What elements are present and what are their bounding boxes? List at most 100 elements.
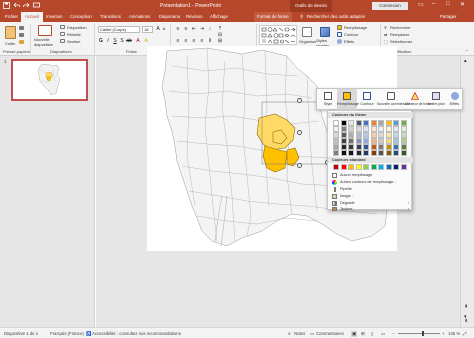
undo-icon[interactable] [13, 2, 20, 9]
effects-button[interactable]: Effets [446, 89, 463, 111]
tab-home[interactable]: Accueil [21, 12, 43, 22]
next-slide-icon[interactable]: ⇟ [464, 318, 468, 324]
align-center-icon[interactable]: ≡ [183, 38, 189, 44]
font-color-icon[interactable]: A [135, 38, 141, 44]
notes-icon[interactable]: ≡ [288, 331, 291, 336]
resize-handle-center[interactable] [297, 130, 302, 135]
rotate-handle[interactable] [297, 98, 302, 103]
search-icon[interactable]: ⚲ [300, 12, 303, 22]
standard-color-swatch[interactable] [348, 164, 354, 170]
arrange-button[interactable]: Organiser [299, 39, 317, 44]
tab-animations[interactable]: Animations [129, 12, 150, 22]
maximize-button[interactable]: □ [446, 1, 450, 7]
gradient-item[interactable]: Dégradé › [332, 200, 412, 207]
select-button[interactable]: Sélectionner [390, 39, 412, 44]
redo-icon[interactable] [23, 2, 30, 9]
new-slide-label[interactable]: Nouvelle diapositive [34, 37, 58, 47]
bold-icon[interactable]: G [98, 38, 104, 44]
replace-button[interactable]: Remplacer [390, 32, 409, 37]
reset-icon[interactable] [60, 32, 65, 36]
find-button[interactable]: Rechercher [390, 25, 411, 30]
format-painter-icon[interactable] [19, 40, 24, 44]
zoom-in-icon[interactable]: + [442, 331, 445, 336]
normal-view-icon[interactable]: ▣ [351, 331, 358, 337]
italic-icon[interactable]: I [105, 38, 111, 44]
line-spacing-icon[interactable]: ↕ [207, 26, 213, 32]
slide-sorter-icon[interactable]: ⊞ [361, 331, 365, 337]
strikethrough-icon[interactable]: ab [126, 38, 132, 44]
signin-button[interactable]: Connexion [372, 2, 408, 10]
fill-button[interactable]: Remplissage [337, 89, 359, 111]
shadow-text-icon[interactable]: S [119, 38, 125, 44]
standard-color-swatch[interactable] [385, 164, 392, 170]
notes-button[interactable]: Notes [294, 331, 305, 336]
shape-fill-button[interactable]: Remplissage [344, 25, 367, 30]
underline-icon[interactable]: S [112, 38, 118, 44]
zoom-slider-thumb[interactable] [422, 331, 424, 336]
standard-color-swatch[interactable] [393, 164, 399, 170]
font-name-box[interactable]: Calibri (Corps) [98, 26, 140, 33]
minimize-button[interactable]: – [432, 1, 435, 7]
new-comment-button[interactable]: Nouvelle commentaire [377, 89, 410, 111]
tell-me-search[interactable]: Rechercher des outils adaptés [307, 12, 365, 22]
accessibility-icon[interactable]: ♿ [86, 331, 91, 337]
bullets-icon[interactable]: ≡ [175, 26, 181, 32]
close-button[interactable]: ✕ [460, 1, 465, 8]
section-icon[interactable] [60, 39, 65, 43]
theme-color-swatch[interactable] [378, 150, 384, 156]
shapes-gallery[interactable] [259, 25, 297, 45]
effects-icon[interactable] [337, 39, 342, 44]
no-fill-item[interactable]: Aucun remplissage [332, 172, 412, 179]
tab-view[interactable]: Affichage [210, 12, 228, 22]
eyedropper-item[interactable]: Pipette [332, 186, 412, 193]
tab-transitions[interactable]: Transitions [100, 12, 121, 22]
smartart-icon[interactable]: ⊞ [217, 38, 223, 44]
save-icon[interactable] [3, 2, 10, 9]
slide-thumbnail[interactable] [11, 59, 88, 101]
theme-color-swatch[interactable] [393, 150, 399, 156]
increase-indent-icon[interactable]: ⇥ [199, 26, 205, 32]
shape-builder-button[interactable]: Créateur de forme [405, 89, 432, 111]
reset-button[interactable]: Rétablir [67, 32, 81, 37]
shrink-font-icon[interactable]: A [161, 26, 167, 32]
align-left-icon[interactable]: ≡ [175, 38, 181, 44]
theme-color-swatch[interactable] [333, 150, 339, 156]
theme-color-swatch[interactable] [348, 150, 354, 156]
background-button[interactable]: Arrière-plan [426, 89, 446, 111]
replace-icon[interactable]: ⇄ [384, 32, 387, 37]
resize-handle-bottom[interactable] [297, 163, 302, 168]
layout-button[interactable]: Disposition [67, 25, 87, 30]
tab-insert[interactable]: Insertion [46, 12, 62, 22]
slideshow-view-icon[interactable]: ▭ [381, 331, 385, 337]
zoom-level[interactable]: 135 % [448, 331, 460, 336]
start-slideshow-icon[interactable] [33, 2, 40, 9]
find-icon[interactable]: ⚲ [384, 25, 387, 30]
highlight-icon[interactable]: A [143, 38, 149, 44]
paste-label[interactable]: Coller [5, 41, 15, 46]
numbering-icon[interactable]: ≡ [183, 26, 189, 32]
reading-view-icon[interactable]: ▯ [371, 331, 373, 337]
columns-icon[interactable]: ⫴ [207, 38, 213, 44]
accessibility-status[interactable]: Accessibilité : consultez nos recommanda… [92, 331, 181, 336]
standard-color-swatch[interactable] [378, 164, 384, 170]
fill-icon[interactable] [337, 25, 342, 30]
image-fill-item[interactable]: Image... [332, 193, 412, 200]
outline-button[interactable]: Contour [358, 89, 376, 111]
theme-color-swatch[interactable] [370, 150, 377, 156]
zoom-slider[interactable] [398, 333, 440, 334]
theme-color-swatch[interactable] [355, 150, 362, 156]
justify-icon[interactable]: ≡ [199, 38, 205, 44]
select-icon[interactable]: ⬚ [384, 39, 388, 44]
section-button[interactable]: Section [67, 39, 80, 44]
share-button[interactable]: Partager [440, 12, 456, 22]
tab-design[interactable]: Conception [70, 12, 92, 22]
zoom-out-icon[interactable]: − [392, 331, 395, 336]
copy-icon[interactable] [19, 33, 24, 37]
ribbon-options-icon[interactable]: ▭ [418, 1, 424, 8]
arrange-icon[interactable] [302, 27, 312, 37]
align-right-icon[interactable]: ≡ [191, 38, 197, 44]
comments-button[interactable]: Commentaires [316, 331, 344, 336]
fit-to-window-icon[interactable]: ⤢ [463, 331, 466, 336]
theme-color-swatch[interactable] [363, 150, 369, 156]
language[interactable]: Français (France) [50, 331, 84, 336]
